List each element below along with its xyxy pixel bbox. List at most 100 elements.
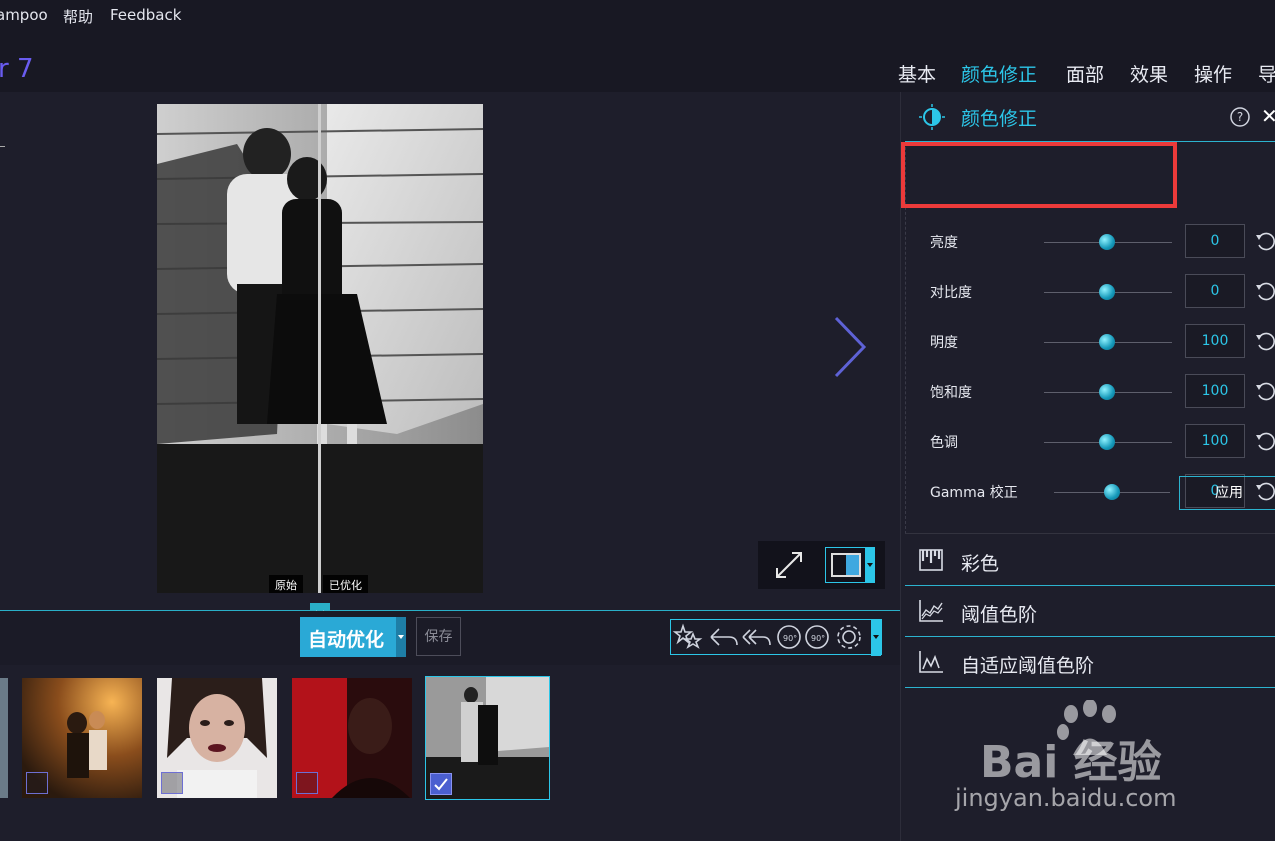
color-correction-header[interactable]: 颜色修正 ? ✕ [905,92,1275,142]
thumbnail-partial-art [0,678,8,798]
contrast-icon [919,104,945,130]
slider-label: 亮度 [930,235,958,251]
edit-tools-group: 90° 90° [670,619,882,656]
action-toolbar: 自动优化 保存 90° 90° [0,611,900,665]
compare-dropdown-button[interactable] [865,547,875,583]
undo-icon[interactable] [710,628,738,646]
value-field[interactable]: 100 [1185,424,1245,458]
compare-split-handle[interactable] [318,104,321,593]
thumbnail-man-red-portrait[interactable] [292,678,412,798]
svg-text:90°: 90° [783,634,797,643]
rotate-right-icon[interactable]: 90° [805,625,829,649]
slider-knob[interactable] [1099,334,1115,350]
section-title: 自适应阈值色阶 [961,655,1095,677]
rotate-left-icon[interactable]: 90° [777,625,801,649]
favorite-stars-icon[interactable] [672,623,703,649]
panel-title: 颜色修正 [961,108,1038,130]
help-icon[interactable]: ? [1229,106,1251,128]
tab-export[interactable]: 导 [1258,60,1275,87]
slider-knob[interactable] [1099,434,1115,450]
slider-knob[interactable] [1099,284,1115,300]
app-version: r 7 [0,54,34,84]
slider-label: 色调 [930,435,958,451]
slider-knob[interactable] [1104,484,1120,500]
reset-icon[interactable] [1254,280,1275,302]
slider-knob[interactable] [1099,234,1115,250]
slider-knob[interactable] [1099,384,1115,400]
title-bar: r 7 基本 颜色修正 面部 效果 操作 导 [0,32,1275,92]
apply-button[interactable]: 应用 [1179,476,1275,510]
menu-help[interactable]: 帮助 [63,6,93,27]
svg-text:90°: 90° [811,634,825,643]
caret-down-icon [867,563,873,567]
thumbnail-checkbox[interactable] [26,772,48,794]
auto-optimize-dropdown[interactable] [396,617,406,657]
caret-down-icon [398,635,404,639]
fullscreen-button[interactable] [772,549,806,581]
baidu-watermark: Bai 经验 jingyan.baidu.com [955,700,1255,815]
left-divider [0,146,5,147]
thumbnail-checkbox[interactable] [296,772,318,794]
slider-label: Gamma 校正 [930,485,1018,501]
color-icon [919,549,943,571]
save-button[interactable]: 保存 [416,617,461,656]
tab-face[interactable]: 面部 [1066,60,1104,87]
slider-row-saturation: 饱和度 100 [906,372,1275,412]
auto-optimize-label: 自动优化 [308,629,385,651]
menu-app[interactable]: ampoo [0,6,48,24]
reset-icon[interactable] [1254,330,1275,352]
reset-icon[interactable] [1254,430,1275,452]
section-color[interactable]: 彩色 [905,535,1275,586]
tab-operations[interactable]: 操作 [1194,60,1232,87]
help-glyph: ? [1237,110,1243,124]
split-view-icon [831,553,861,577]
menu-feedback[interactable]: Feedback [110,6,181,24]
edit-tools-icons: 90° 90° [672,623,861,649]
value-field[interactable]: 0 [1185,224,1245,258]
question-circle: ? [1230,107,1250,127]
compare-view-button[interactable] [825,547,875,583]
thumbnail-couple-sunset[interactable] [22,678,142,798]
tab-basic[interactable]: 基本 [898,60,936,87]
edit-tools-dropdown[interactable] [871,619,881,656]
thumbnail-couple-bw[interactable] [425,676,550,800]
value-field[interactable]: 100 [1185,324,1245,358]
threshold-levels-icon [919,600,943,622]
value-field[interactable]: 100 [1185,374,1245,408]
slider-label: 对比度 [930,285,972,301]
watermark-url: jingyan.baidu.com [955,784,1177,812]
tab-effects[interactable]: 效果 [1130,60,1168,87]
slider-row-brightness: 亮度 0 [906,222,1275,262]
tab-color-correction[interactable]: 颜色修正 [961,60,1037,87]
section-threshold-levels[interactable]: 阈值色阶 [905,586,1275,637]
expand-icon [776,552,802,578]
checkmark-icon [434,778,448,791]
thumbnail-partial[interactable] [0,678,8,798]
section-adaptive-threshold[interactable]: 自适应阈值色阶 [905,637,1275,688]
close-icon[interactable]: ✕ [1261,104,1275,128]
section-title: 阈值色阶 [961,604,1038,626]
adaptive-threshold-icon [919,651,943,673]
slider-label: 饱和度 [930,385,972,401]
slider-row-lightness: 明度 100 [906,322,1275,362]
value-field[interactable]: 0 [1185,274,1245,308]
undo-all-icon[interactable] [742,629,771,646]
slider-row-hue: 色调 100 [906,422,1275,462]
thumbnail-checkbox[interactable] [161,772,183,794]
menu-bar: ampoo 帮助 Feedback [0,0,1275,32]
settings-gear-icon[interactable] [837,625,861,649]
next-image-button[interactable] [830,314,870,380]
section-title: 彩色 [961,553,1000,575]
auto-optimize-button[interactable]: 自动优化 [300,617,406,657]
reset-icon[interactable] [1254,230,1275,252]
slider-label: 明度 [930,335,958,351]
preview-image[interactable]: 原始 已优化 [157,104,483,593]
reset-icon[interactable] [1254,380,1275,402]
watermark-text: Bai 经验 [980,737,1162,788]
highlight-annotation [901,142,1177,208]
chevron-right-icon [834,316,867,378]
optimized-caption: 已优化 [323,575,368,593]
thumbnail-checkbox-checked[interactable] [430,773,452,795]
thumbnail-woman-portrait[interactable] [157,678,277,798]
caret-down-icon [873,635,879,639]
